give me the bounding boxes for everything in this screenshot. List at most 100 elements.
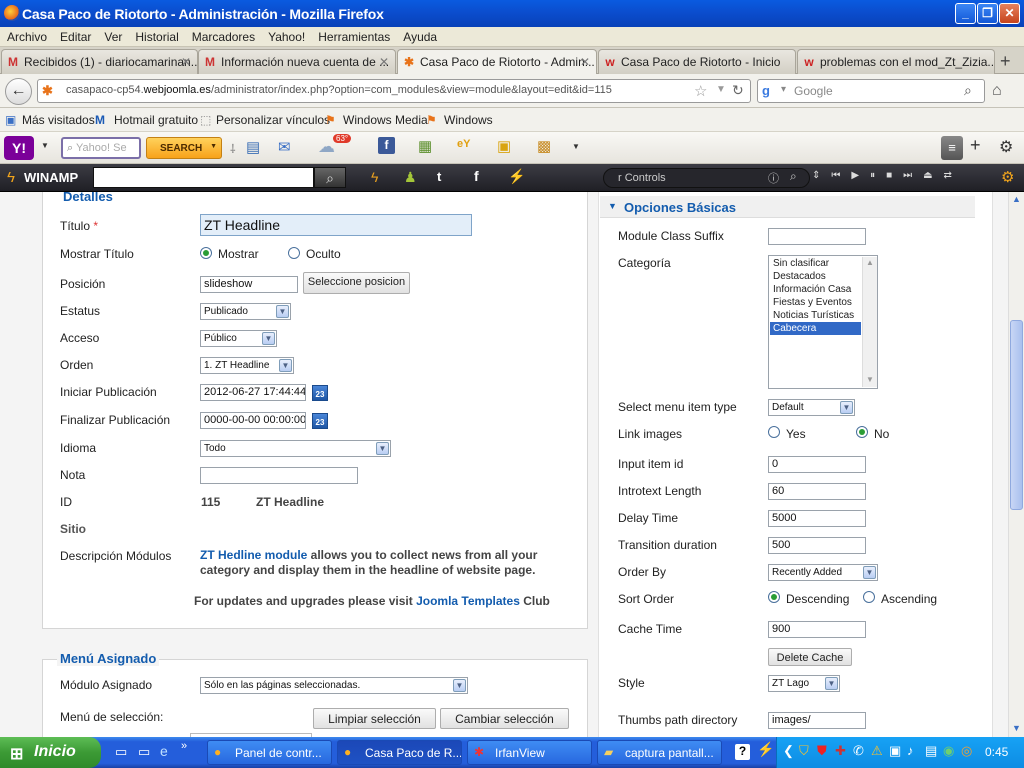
home-button[interactable]: ⌂ [992,82,1002,100]
scroll-down-icon[interactable]: ▼ [866,375,874,384]
menu-item-type-select[interactable]: Default ▼ [768,399,855,416]
twitter-icon[interactable]: t [437,169,441,184]
style-select[interactable]: ZT Lago ▼ [768,675,840,692]
bookmark-hotmail[interactable]: Hotmail gratuito [114,113,198,127]
explorer-icon[interactable]: ▭ [138,744,150,760]
limpiar-seleccion-button[interactable]: Limpiar selección [313,708,436,729]
calendar-icon[interactable]: 23 [312,413,328,429]
cache-time-input[interactable]: 900 [768,621,866,638]
winamp-fx-icon[interactable]: ϟ [371,169,378,185]
yahoo-logo-icon[interactable]: Y! [4,136,34,160]
more-dropdown-icon[interactable]: ▼ [572,142,580,151]
options-header[interactable]: ▼ Opciones Básicas [600,196,975,218]
gear-icon[interactable]: ⚙ [1001,168,1014,186]
list-icon[interactable]: ≡ [941,136,963,160]
search-icon[interactable]: ⌕ [964,82,972,99]
descending-radio[interactable] [768,591,780,603]
finalizar-publicacion-input[interactable]: 0000-00-00 00:00:00 [200,412,306,429]
gear-icon[interactable]: ⚙ [999,137,1013,157]
antivirus-icon[interactable]: ⛊ [817,743,827,759]
tab-gmail-recibidos[interactable]: M Recibidos (1) - diariocamarinan... ✕ [1,49,198,74]
acceso-select[interactable]: Público ▼ [200,330,277,347]
ebay-icon[interactable]: eY [457,138,470,150]
idioma-select[interactable]: Todo ▼ [200,440,391,457]
mostrar-radio[interactable] [200,247,212,259]
tray-expand-icon[interactable]: ❮ [783,743,794,759]
thumbs-path-input[interactable]: images/ [768,712,866,729]
orden-select[interactable]: 1. ZT Headline ▼ [200,357,294,374]
history-dropdown-icon[interactable]: ▼ [716,84,726,95]
tab-gmail-info[interactable]: M Información nueva cuenta de ... ✕ [198,49,396,74]
bookmark-windows[interactable]: Windows [444,113,493,127]
categoria-option[interactable]: Noticias Turísticas [770,309,861,322]
highlight-icon[interactable]: ⸸ [230,140,236,157]
menu-ayuda[interactable]: Ayuda [396,27,443,44]
pages-icon[interactable]: ▤ [246,138,260,156]
display-icon[interactable]: ▤ [925,743,937,759]
close-tab-icon[interactable]: ✕ [181,55,191,69]
scroll-thumb[interactable] [1010,320,1023,510]
delete-cache-button[interactable]: Delete Cache [768,648,852,666]
link-images-yes-radio[interactable] [768,426,780,438]
menu-archivo[interactable]: Archivo [0,27,53,44]
menu-marcadores[interactable]: Marcadores [185,27,261,44]
modulo-asignado-select[interactable]: Sólo en las páginas seleccionadas. ▼ [200,677,468,694]
categoria-option[interactable]: Información Casa [770,283,861,296]
yahoo-menu-dropdown-icon[interactable]: ▼ [41,141,49,150]
android-icon[interactable]: ♟ [404,169,417,186]
puzzle-icon[interactable]: ▩ [537,137,551,155]
taskbar-casa-paco[interactable]: ● Casa Paco de R... [337,740,462,765]
menu-ver[interactable]: Ver [97,27,128,44]
nota-input[interactable] [200,467,358,484]
security-icon[interactable]: ✚ [835,743,846,759]
site-identity-icon[interactable]: ✱ [42,83,53,99]
back-button[interactable]: ← [5,78,32,105]
delay-time-input[interactable]: 5000 [768,510,866,527]
oculto-radio[interactable] [288,247,300,259]
cambiar-seleccion-button[interactable]: Cambiar selección [440,708,569,729]
close-tab-icon[interactable]: ✕ [379,55,389,69]
games-icon[interactable]: ▦ [418,137,432,155]
volume-icon[interactable]: ♪ [907,743,914,758]
shopping-bag-icon[interactable]: ▣ [497,137,511,155]
add-icon[interactable]: + [970,135,981,156]
shield-icon[interactable]: ⛉ [799,743,809,759]
scroll-up-icon[interactable]: ▲ [866,258,874,267]
quicklaunch-more-icon[interactable]: » [181,740,187,752]
winamp-transport-controls[interactable]: ⇕⏮▶⏸■⏭⏏⇄ [812,170,1017,186]
show-desktop-icon[interactable]: ▭ [115,744,127,760]
scroll-up-icon[interactable]: ▲ [1012,194,1021,204]
run-icon[interactable]: ⚡ [508,168,525,185]
info-icon[interactable]: ⓘ [768,170,779,186]
winamp-search-input[interactable] [93,167,314,188]
facebook-icon[interactable]: f [474,168,479,184]
tray-app-icon[interactable]: ◉ [943,743,954,759]
bookmark-mas-visitados[interactable]: Más visitados [22,113,95,127]
tray-app-icon[interactable]: ◎ [961,743,972,759]
seleccione-posicion-button[interactable]: Seleccione posicion [303,272,410,294]
ascending-radio[interactable] [863,591,875,603]
wifi-icon[interactable]: ✆ [853,743,864,759]
search-icon[interactable]: ⌕ [314,167,346,188]
bookmark-star-icon[interactable]: ☆ [694,82,707,100]
input-item-id-input[interactable]: 0 [768,456,866,473]
restore-button[interactable]: ❐ [977,3,998,24]
transition-duration-input[interactable]: 500 [768,537,866,554]
help-icon[interactable]: ? [735,744,750,760]
reload-icon[interactable]: ↻ [732,82,744,99]
bookmark-personalizar[interactable]: Personalizar vínculos [216,113,330,127]
menu-historial[interactable]: Historial [128,27,184,44]
page-scrollbar[interactable]: ▲ ▼ [1008,192,1024,737]
categoria-listbox[interactable]: Sin clasificar Destacados Información Ca… [768,255,878,389]
tab-admin[interactable]: ✱ Casa Paco de Riotorto - Admin... ✕ [397,49,597,75]
posicion-input[interactable]: slideshow [200,276,298,293]
facebook-icon[interactable]: f [378,137,395,154]
introtext-length-input[interactable]: 60 [768,483,866,500]
categoria-option[interactable]: Fiestas y Eventos [770,296,861,309]
menu-editar[interactable]: Editar [53,27,97,44]
categoria-option[interactable]: Sin clasificar [770,257,861,270]
module-link[interactable]: ZT Hedline module [200,548,307,562]
network-icon[interactable]: ⚡ [757,741,774,758]
scroll-down-icon[interactable]: ▼ [1012,723,1021,733]
search-icon[interactable]: ⌕ [790,169,797,184]
